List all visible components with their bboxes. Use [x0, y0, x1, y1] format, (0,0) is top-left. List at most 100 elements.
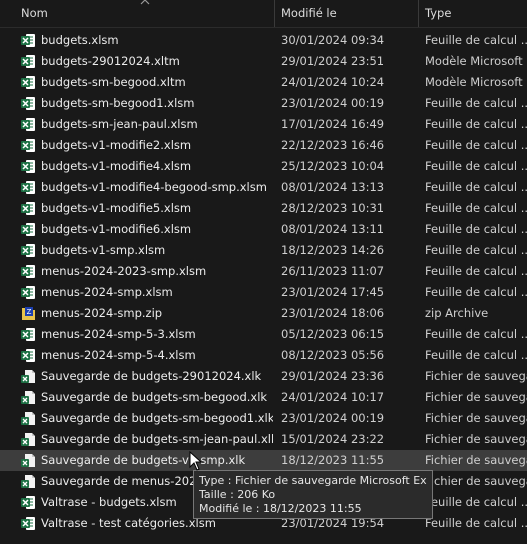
mouse-pointer-icon: [189, 451, 203, 471]
file-type: Feuille de calcul ...: [425, 180, 527, 194]
file-modified-date: 18/12/2023 11:55: [281, 453, 385, 467]
excel-icon: [21, 181, 35, 194]
excel-icon: [21, 97, 35, 110]
file-modified-date: 23/01/2024 00:19: [281, 411, 385, 425]
file-type: Fichier de sauvega...: [425, 369, 527, 383]
column-header-type[interactable]: Type: [425, 0, 527, 27]
excel-icon: [21, 160, 35, 173]
file-type: Feuille de calcul ...: [425, 285, 527, 299]
file-name: menus-2024-smp-5-3.xlsm: [41, 327, 196, 341]
file-name: budgets.xlsm: [41, 33, 119, 47]
file-type: Feuille de calcul ...: [425, 327, 527, 341]
excel-icon: [21, 517, 35, 530]
file-type: Feuille de calcul ...: [425, 243, 527, 257]
column-divider[interactable]: [418, 0, 419, 27]
file-modified-date: 15/01/2024 23:22: [281, 432, 385, 446]
file-modified-date: 18/12/2023 14:26: [281, 243, 385, 257]
file-name: Sauvegarde de budgets-sm-begood1.xlk: [41, 411, 273, 425]
file-type: Feuille de calcul ...: [425, 201, 527, 215]
zip-archive-icon: Z: [22, 307, 35, 320]
excel-icon: [21, 76, 35, 89]
file-name: budgets-29012024.xltm: [41, 54, 180, 68]
column-header-bar: Nom Modifié le Type: [0, 0, 527, 28]
file-row[interactable]: budgets-29012024.xltm 29/01/2024 23:51 Mod…: [0, 51, 527, 72]
file-row[interactable]: budgets-v1-modifie5.xlsm 28/12/2023 10:31…: [0, 198, 527, 219]
file-modified-date: 08/01/2024 13:11: [281, 222, 385, 236]
file-row[interactable]: Sauvegarde de budgets-29012024.xlk 29/01/…: [0, 366, 527, 387]
file-type: Feuille de calcul ...: [425, 96, 527, 110]
file-row[interactable]: budgets-v1-modifie6.xlsm 08/01/2024 13:11…: [0, 219, 527, 240]
file-modified-date: 08/12/2023 05:56: [281, 348, 385, 362]
file-row[interactable]: budgets-v1-modifie4-begood-smp.xlsm 08/01…: [0, 177, 527, 198]
file-modified-date: 24/01/2024 10:24: [281, 75, 385, 89]
file-row[interactable]: Sauvegarde de budgets-sm-begood.xlk 24/01…: [0, 387, 527, 408]
file-row[interactable]: menus-2024-2023-smp.xlsm 26/11/2023 11:07…: [0, 261, 527, 282]
file-type: Feuille de calcul ...: [425, 264, 527, 278]
excel-icon: [21, 118, 35, 131]
file-name: Sauvegarde de budgets-v1-smp.xlk: [41, 453, 246, 467]
file-list: budgets.xlsm 30/01/2024 09:34 Feuille de c…: [0, 30, 527, 534]
file-modified-date: 29/01/2024 23:36: [281, 369, 385, 383]
file-type: Feuille de calcul ...: [425, 222, 527, 236]
excel-icon: [21, 223, 35, 236]
file-type: Fichier de sauvega...: [425, 474, 527, 488]
excel-backup-icon: [21, 454, 35, 467]
file-type: Feuille de calcul ...: [425, 348, 527, 362]
file-name: budgets-v1-modifie5.xlsm: [41, 201, 192, 215]
file-modified-date: 25/12/2023 10:04: [281, 159, 385, 173]
excel-icon: [21, 139, 35, 152]
file-row[interactable]: budgets-sm-begood.xltm 24/01/2024 10:24 Mo…: [0, 72, 527, 93]
file-row[interactable]: budgets-v1-modifie4.xlsm 25/12/2023 10:04…: [0, 156, 527, 177]
svg-text:Z: Z: [27, 308, 32, 316]
excel-icon: [21, 286, 35, 299]
file-name: budgets-v1-modifie4-begood-smp.xlsm: [41, 180, 267, 194]
file-row[interactable]: budgets-v1-smp.xlsm 18/12/2023 14:26 Feuil…: [0, 240, 527, 261]
excel-icon: [21, 496, 35, 509]
file-type: Feuille de calcul ...: [425, 495, 527, 509]
column-divider[interactable]: [274, 0, 275, 27]
excel-backup-icon: [21, 370, 35, 383]
file-row[interactable]: menus-2024-smp.xlsm 23/01/2024 17:45 Feuil…: [0, 282, 527, 303]
file-modified-date: 08/01/2024 13:13: [281, 180, 385, 194]
excel-backup-icon: [21, 475, 35, 488]
file-name: Sauvegarde de budgets-sm-jean-paul.xlk: [41, 432, 273, 446]
file-row[interactable]: budgets-sm-jean-paul.xlsm 17/01/2024 16:4…: [0, 114, 527, 135]
file-type: Modèle Microsoft ...: [425, 54, 527, 68]
file-type: Fichier de sauvega...: [425, 411, 527, 425]
file-name: budgets-v1-smp.xlsm: [41, 243, 166, 257]
file-info-tooltip: Type : Fichier de sauvegarde Microsoft E…: [193, 470, 433, 519]
file-row[interactable]: Sauvegarde de budgets-v1-smp.xlk 18/12/20…: [0, 450, 527, 471]
file-modified-date: 24/01/2024 10:17: [281, 390, 385, 404]
excel-backup-icon: [21, 412, 35, 425]
tooltip-modified: Modifié le : 18/12/2023 11:55: [199, 502, 362, 515]
excel-icon: [21, 265, 35, 278]
file-modified-date: 28/12/2023 10:31: [281, 201, 385, 215]
file-row[interactable]: budgets-v1-modifie2.xlsm 22/12/2023 16:46…: [0, 135, 527, 156]
excel-backup-icon: [21, 433, 35, 446]
column-header-modified[interactable]: Modifié le: [281, 0, 417, 27]
file-type: Modèle Microsoft ...: [425, 75, 527, 89]
file-modified-date: 29/01/2024 23:51: [281, 54, 385, 68]
excel-icon: [21, 328, 35, 341]
file-name: budgets-sm-jean-paul.xlsm: [41, 117, 198, 131]
file-name: menus-2024-smp.xlsm: [41, 285, 173, 299]
excel-icon: [21, 244, 35, 257]
column-header-name[interactable]: Nom: [21, 0, 271, 27]
file-modified-date: 30/01/2024 09:34: [281, 33, 385, 47]
file-row[interactable]: budgets-sm-begood1.xlsm 23/01/2024 00:19 F…: [0, 93, 527, 114]
file-row[interactable]: Sauvegarde de budgets-sm-jean-paul.xlk 15…: [0, 429, 527, 450]
file-row[interactable]: menus-2024-smp-5-4.xlsm 08/12/2023 05:56 F…: [0, 345, 527, 366]
excel-icon: [21, 349, 35, 362]
file-name: menus-2024-2023-smp.xlsm: [41, 264, 207, 278]
file-name: budgets-v1-modifie2.xlsm: [41, 138, 192, 152]
file-modified-date: 23/01/2024 00:19: [281, 96, 385, 110]
file-row[interactable]: budgets.xlsm 30/01/2024 09:34 Feuille de c…: [0, 30, 527, 51]
file-row[interactable]: menus-2024-smp-5-3.xlsm 05/12/2023 06:15 F…: [0, 324, 527, 345]
excel-icon: [21, 34, 35, 47]
file-type: Feuille de calcul ...: [425, 516, 527, 530]
tooltip-type: Type : Fichier de sauvegarde Microsoft E…: [199, 474, 427, 487]
file-row[interactable]: Zmenus-2024-smp.zip 23/01/2024 18:06 zip A…: [0, 303, 527, 324]
file-row[interactable]: Sauvegarde de budgets-sm-begood1.xlk 23/0…: [0, 408, 527, 429]
file-name: budgets-v1-modifie4.xlsm: [41, 159, 192, 173]
excel-icon: [21, 202, 35, 215]
